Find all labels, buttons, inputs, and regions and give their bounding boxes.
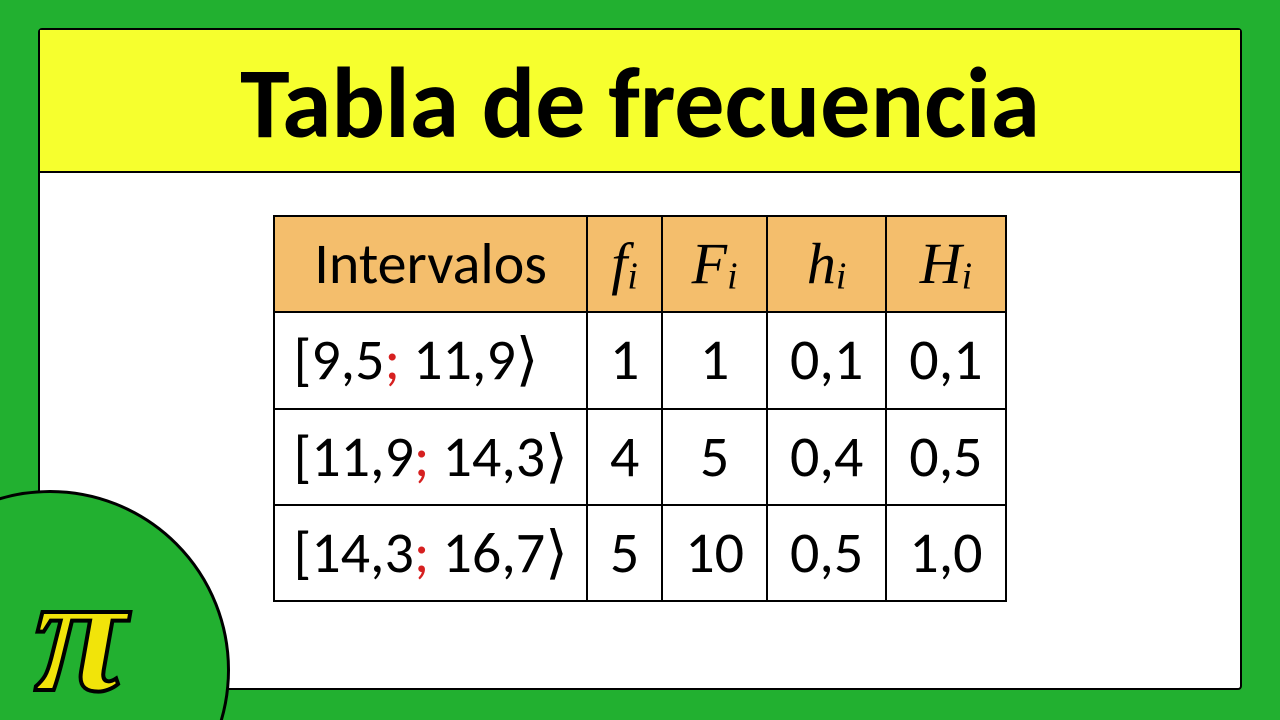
col-Fi: Fi [662,216,767,312]
cell-hi: 0,1 [767,312,886,408]
col-fi: fi [587,216,662,312]
col-hi: hi [767,216,886,312]
table-row: [9,5; 11,9⟩ 1 1 0,1 0,1 [274,312,1005,408]
cell-Fi: 10 [662,505,767,601]
cell-Hi: 0,5 [886,409,1005,505]
cell-fi: 4 [587,409,662,505]
table-row: [14,3; 16,7⟩ 5 10 0,5 1,0 [274,505,1005,601]
cell-hi: 0,4 [767,409,886,505]
table-header-row: Intervalos fi Fi hi Hi [274,216,1005,312]
cell-interval: [11,9; 14,3⟩ [274,409,586,505]
frequency-table: Intervalos fi Fi hi Hi [9,5; 11,9⟩ 1 1 0… [273,215,1006,602]
frequency-table-container: Intervalos fi Fi hi Hi [9,5; 11,9⟩ 1 1 0… [40,215,1240,602]
table-row: [11,9; 14,3⟩ 4 5 0,4 0,5 [274,409,1005,505]
page-title: Tabla de frecuencia [40,30,1240,173]
col-intervals: Intervalos [274,216,586,312]
cell-interval: [9,5; 11,9⟩ [274,312,586,408]
cell-Fi: 5 [662,409,767,505]
cell-Fi: 1 [662,312,767,408]
cell-fi: 5 [587,505,662,601]
cell-interval: [14,3; 16,7⟩ [274,505,586,601]
cell-fi: 1 [587,312,662,408]
cell-Hi: 1,0 [886,505,1005,601]
slide-card: Tabla de frecuencia Intervalos fi Fi hi … [38,28,1242,690]
col-Hi: Hi [886,216,1005,312]
cell-hi: 0,5 [767,505,886,601]
cell-Hi: 0,1 [886,312,1005,408]
